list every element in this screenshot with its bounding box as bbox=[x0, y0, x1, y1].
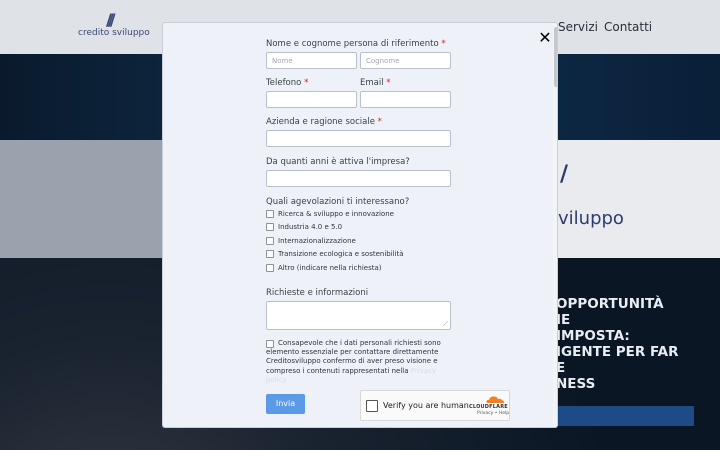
hero-line: NESS bbox=[556, 376, 596, 392]
last-name-input[interactable] bbox=[360, 52, 451, 69]
close-icon[interactable]: ✕ bbox=[537, 29, 553, 47]
name-label: Nome e cognome persona di riferimento * bbox=[266, 39, 446, 49]
company-input[interactable] bbox=[266, 130, 451, 147]
hero-cta-button[interactable] bbox=[556, 406, 694, 426]
hero-line: E bbox=[556, 360, 566, 376]
cloudflare-cloud-icon bbox=[486, 396, 505, 403]
captcha-link-separator: • bbox=[494, 411, 498, 416]
logo-text: credito sviluppo bbox=[78, 28, 150, 38]
email-label-text: Email bbox=[360, 78, 384, 88]
nav-contatti[interactable]: Contatti bbox=[604, 20, 652, 34]
benefit-checkbox-altro[interactable] bbox=[266, 264, 274, 272]
submit-button[interactable]: Invia bbox=[266, 394, 305, 414]
required-mark: * bbox=[377, 117, 382, 127]
required-mark: * bbox=[304, 78, 309, 88]
benefits-label: Quali agevolazioni ti interessano? bbox=[266, 197, 410, 207]
years-label: Da quanti anni è attiva l'impresa? bbox=[266, 157, 410, 167]
resize-grip-icon[interactable]: ⟋ bbox=[443, 321, 448, 328]
hero-headline: OPPORTUNITÀ IE IMPOSTA: IGENTE PER FAR E… bbox=[556, 296, 678, 392]
phone-label-text: Telefono bbox=[266, 78, 302, 88]
email-label: Email * bbox=[360, 78, 391, 88]
benefit-checkbox-internazionalizzazione[interactable] bbox=[266, 237, 274, 245]
company-label: Azienda e ragione sociale * bbox=[266, 117, 382, 127]
logo-mark-icon: /// bbox=[106, 10, 115, 29]
benefit-checkbox-transizione[interactable] bbox=[266, 250, 274, 258]
hero-line: IGENTE PER FAR bbox=[556, 344, 679, 360]
first-name-input[interactable] bbox=[266, 52, 357, 69]
phone-label: Telefono * bbox=[266, 78, 308, 88]
name-label-text: Nome e cognome persona di riferimento bbox=[266, 39, 439, 49]
band-logo-panel: / viluppo bbox=[556, 140, 720, 258]
benefit-label: Ricerca & sviluppo e innovazione bbox=[278, 210, 394, 218]
turnstile-captcha: Verify you are human CLOUDFLARE Privacy … bbox=[360, 390, 510, 421]
scrollbar-thumb[interactable] bbox=[554, 27, 557, 87]
contact-form-modal: ✕ Nome e cognome persona di riferimento … bbox=[162, 22, 558, 428]
band-logo-text: viluppo bbox=[558, 208, 624, 229]
benefit-label: Transizione ecologica e sostenibilità bbox=[278, 250, 404, 258]
required-mark: * bbox=[441, 39, 446, 49]
benefit-label: Industria 4.0 e 5.0 bbox=[278, 223, 343, 231]
modal-scrollbar[interactable] bbox=[553, 23, 557, 427]
years-active-input[interactable] bbox=[266, 170, 451, 187]
band-logo-mark-icon: / bbox=[560, 162, 569, 187]
captcha-label: Verify you are human bbox=[383, 401, 469, 410]
company-label-text: Azienda e ragione sociale bbox=[266, 117, 375, 127]
hero-line: OPPORTUNITÀ bbox=[556, 296, 664, 312]
benefit-checkbox-rd[interactable] bbox=[266, 210, 274, 218]
requests-textarea[interactable]: ⟋ bbox=[266, 301, 451, 330]
captcha-links: Privacy • Help bbox=[477, 411, 509, 416]
required-mark: * bbox=[386, 78, 391, 88]
consent-text: Consapevole che i dati personali richies… bbox=[266, 339, 456, 385]
benefit-label: Internazionalizzazione bbox=[278, 237, 356, 245]
site-logo[interactable]: /// credito sviluppo bbox=[78, 10, 158, 42]
captcha-checkbox[interactable] bbox=[366, 400, 378, 412]
nav-servizi[interactable]: Servizi bbox=[558, 20, 598, 34]
phone-input[interactable] bbox=[266, 91, 357, 108]
hero-line: IE bbox=[556, 312, 571, 328]
captcha-privacy-link[interactable]: Privacy bbox=[477, 411, 493, 416]
benefit-checkbox-industria[interactable] bbox=[266, 223, 274, 231]
requests-label: Richieste e informazioni bbox=[266, 288, 369, 298]
benefit-label: Altro (indicare nella richiesta) bbox=[278, 264, 382, 272]
hero-line: IMPOSTA: bbox=[556, 328, 630, 344]
email-input[interactable] bbox=[360, 91, 451, 108]
captcha-help-link[interactable]: Help bbox=[499, 411, 509, 416]
cloudflare-brand: CLOUDFLARE bbox=[469, 404, 508, 410]
